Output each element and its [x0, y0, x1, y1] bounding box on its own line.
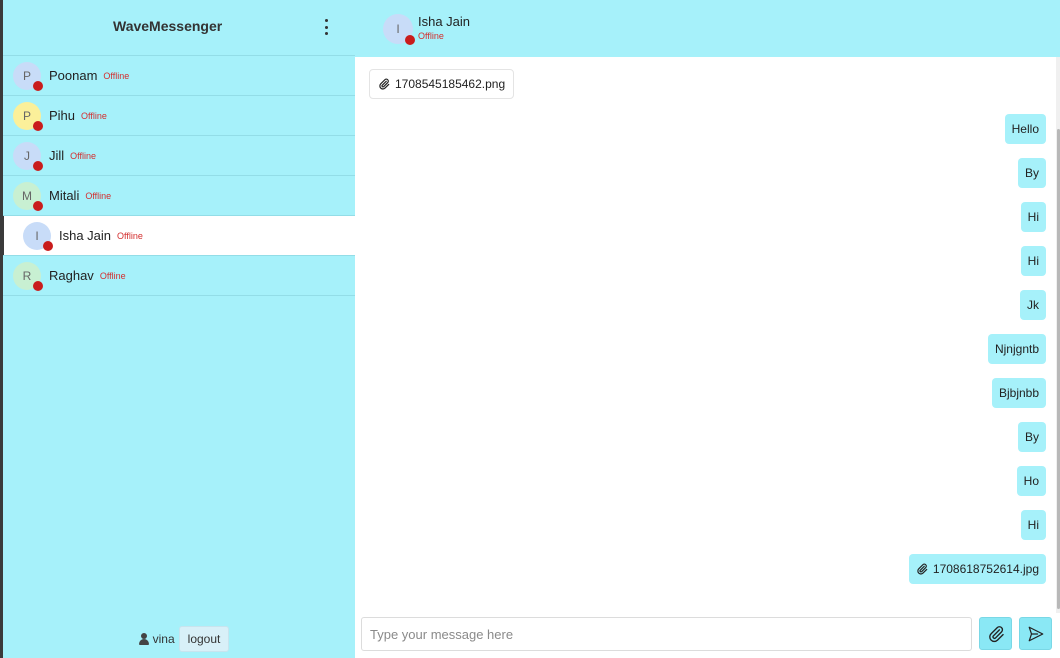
- avatar-initial: P: [22, 68, 31, 83]
- avatar: P: [13, 61, 43, 91]
- contact-list: P Poonam Offline P Pihu Offline J Jill O…: [0, 56, 355, 296]
- vertical-dots-icon: [324, 19, 328, 22]
- avatar-initial: I: [35, 228, 39, 243]
- sent-message: Bjbjnbb: [991, 378, 1046, 408]
- chat-contact-avatar: I: [383, 13, 415, 45]
- message-composer: [355, 613, 1060, 658]
- contact-item-mitali[interactable]: M Mitali Offline: [3, 176, 355, 216]
- contact-status: Offline: [81, 110, 107, 121]
- file-name: 1708545185462.png: [395, 77, 506, 91]
- avatar: R: [13, 261, 43, 291]
- sent-message: Ho: [1016, 466, 1046, 496]
- offline-status-dot: [405, 34, 415, 45]
- sidebar: WaveMessenger P Poonam Offline P Pihu Of…: [0, 0, 355, 658]
- received-file-message[interactable]: 1708545185462.png: [369, 69, 515, 99]
- contact-name: Pihu: [49, 108, 76, 123]
- user-icon: [138, 633, 149, 645]
- contact-item-raghav[interactable]: R Raghav Offline: [3, 256, 355, 296]
- avatar-initial: M: [22, 188, 32, 203]
- avatar: I: [23, 221, 53, 251]
- avatar-initial: J: [24, 148, 30, 163]
- sidebar-footer: vina logout: [3, 626, 355, 652]
- message-list: 1708545185462.png Hello By Hi Hi Jk Njnj…: [355, 57, 1056, 613]
- sent-message: By: [1017, 422, 1046, 452]
- contact-item-isha-jain[interactable]: I Isha Jain Offline: [0, 216, 355, 256]
- contact-status: Offline: [103, 70, 130, 81]
- sent-message: Hi: [1020, 202, 1046, 232]
- paperclip-icon: [988, 625, 1004, 642]
- sent-message: Njnjgntb: [987, 334, 1046, 364]
- menu-button[interactable]: [319, 17, 333, 37]
- chat-contact-status: Offline: [418, 31, 444, 41]
- avatar-initial: P: [22, 108, 31, 123]
- sidebar-header: WaveMessenger: [3, 0, 355, 56]
- message-input[interactable]: [361, 617, 972, 651]
- contact-item-poonam[interactable]: P Poonam Offline: [3, 56, 355, 96]
- avatar: P: [13, 101, 43, 131]
- contact-status: Offline: [117, 230, 143, 241]
- contact-name: Mitali: [49, 188, 80, 203]
- offline-status-dot: [33, 80, 43, 91]
- chat-contact-name: Isha Jain: [418, 14, 471, 29]
- paperclip-icon: [917, 563, 928, 575]
- send-button[interactable]: [1019, 617, 1052, 650]
- current-username: vina: [152, 632, 175, 646]
- sent-message: By: [1017, 158, 1046, 188]
- chat-header: I Isha Jain Offline: [355, 0, 1060, 57]
- file-name: 1708618752614.jpg: [932, 562, 1039, 576]
- offline-status-dot: [43, 240, 53, 251]
- contact-name: Isha Jain: [59, 228, 112, 243]
- contact-item-pihu[interactable]: P Pihu Offline: [3, 96, 355, 136]
- contact-status: Offline: [85, 190, 112, 201]
- offline-status-dot: [33, 120, 43, 131]
- avatar-initial: R: [22, 268, 32, 283]
- avatar: M: [13, 181, 43, 211]
- chat-contact-info: Isha Jain Offline: [418, 14, 471, 41]
- sent-message: Hi: [1020, 510, 1046, 540]
- contact-name: Jill: [49, 148, 65, 163]
- sent-file-message[interactable]: 1708618752614.jpg: [908, 554, 1046, 584]
- contact-name: Raghav: [49, 268, 94, 283]
- contact-item-jill[interactable]: J Jill Offline: [3, 136, 355, 176]
- logout-button[interactable]: logout: [178, 626, 230, 652]
- paperclip-icon: [379, 78, 390, 90]
- avatar: J: [13, 141, 43, 171]
- contact-status: Offline: [70, 150, 97, 161]
- contact-name: Poonam: [49, 68, 98, 83]
- sent-message: Jk: [1020, 290, 1046, 320]
- offline-status-dot: [33, 280, 43, 291]
- offline-status-dot: [33, 160, 43, 171]
- message-scrollbar[interactable]: [1056, 57, 1060, 613]
- sent-message: Hello: [1004, 114, 1046, 144]
- contact-status: Offline: [99, 270, 126, 281]
- app-title: WaveMessenger: [113, 18, 223, 34]
- avatar-initial: I: [396, 21, 400, 36]
- attach-file-button[interactable]: [979, 617, 1012, 650]
- paper-plane-icon: [1028, 626, 1043, 641]
- sent-message: Hi: [1020, 246, 1046, 276]
- offline-status-dot: [33, 200, 43, 211]
